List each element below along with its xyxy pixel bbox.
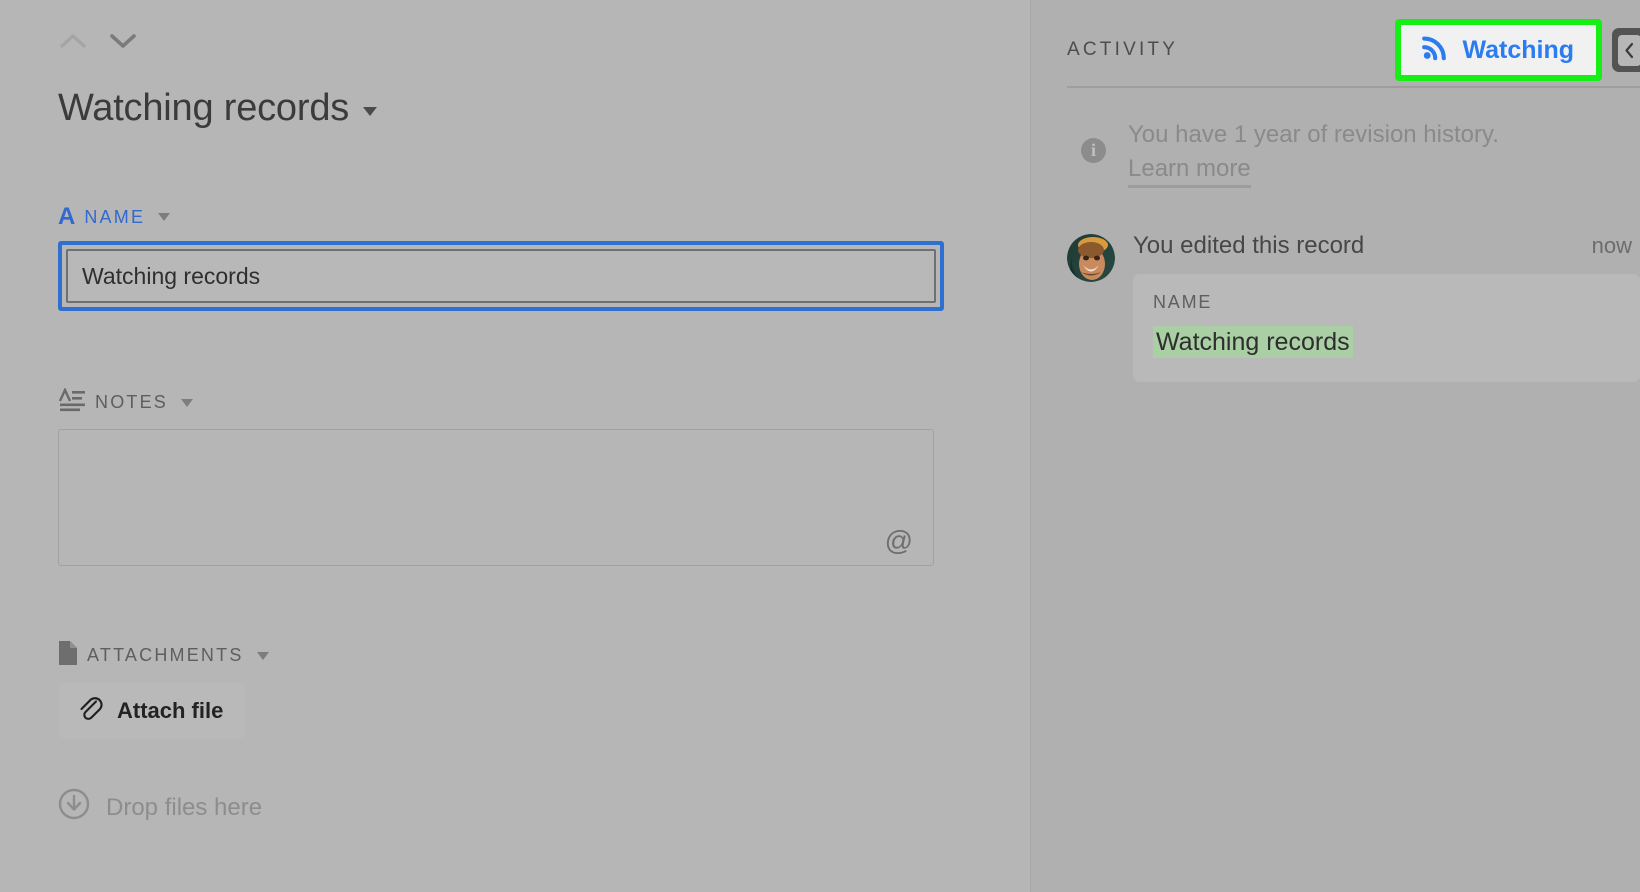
header-divider <box>1067 86 1640 88</box>
field-label-text: ATTACHMENTS <box>87 645 244 665</box>
activity-panel: ACTIVITY Watching i You have 1 year of r… <box>1030 0 1640 892</box>
activity-entry-header: You edited this record now <box>1133 232 1640 260</box>
activity-action-text: You edited this record <box>1133 232 1365 259</box>
revision-notice-message: You have 1 year of revision history. <box>1128 121 1499 148</box>
field-label-text: NOTES <box>95 392 169 412</box>
chevron-down-icon[interactable] <box>181 398 194 407</box>
chevron-down-icon[interactable] <box>158 213 171 221</box>
name-input[interactable] <box>66 249 936 303</box>
info-icon: i <box>1081 138 1106 163</box>
field-label-text: NAME <box>84 206 146 227</box>
drop-files-zone[interactable]: Drop files here <box>58 788 262 827</box>
record-main-panel: Watching records A NAME Watching records… <box>0 0 1030 892</box>
single-line-text-icon: A <box>58 203 76 230</box>
chevron-left-icon <box>1617 34 1640 66</box>
download-arrow-icon <box>58 788 90 827</box>
revision-notice-text: You have 1 year of revision history. Lea… <box>1128 118 1511 189</box>
notes-textarea[interactable]: @ <box>58 429 934 566</box>
field-label-name[interactable]: A NAME <box>58 205 944 229</box>
name-input-focus-ring <box>58 241 944 311</box>
record-navigation <box>56 26 140 56</box>
activity-header: ACTIVITY Watching <box>1067 19 1640 81</box>
rss-broadcast-icon <box>1421 34 1449 66</box>
chevron-up-icon[interactable] <box>56 26 90 56</box>
record-title-caret-icon[interactable] <box>363 107 378 117</box>
record-detail-screen: Watching records A NAME Watching records… <box>0 0 1640 892</box>
activity-entry-body: You edited this record now NAME Watching… <box>1133 232 1640 383</box>
field-label-attachments[interactable]: ATTACHMENTS <box>58 640 269 671</box>
watching-button-label: Watching <box>1462 35 1574 64</box>
attach-file-button[interactable]: Attach file <box>58 683 246 738</box>
drop-files-label: Drop files here <box>106 793 263 821</box>
chevron-down-icon[interactable] <box>106 26 140 56</box>
at-mention-icon[interactable]: @ <box>885 527 913 555</box>
field-label-notes[interactable]: NOTES <box>58 387 934 417</box>
field-notes: NOTES @ <box>58 387 934 566</box>
attach-file-label: Attach file <box>117 697 224 723</box>
attachment-file-icon <box>58 640 78 671</box>
revision-history-notice: i You have 1 year of revision history. L… <box>1081 118 1511 189</box>
record-title-row[interactable]: Watching records <box>58 87 378 130</box>
activity-diff-card: NAME Watching records <box>1133 274 1640 383</box>
activity-panel-title: ACTIVITY <box>1067 39 1179 60</box>
activity-header-actions: Watching <box>1395 19 1640 81</box>
activity-entry: You edited this record now NAME Watching… <box>1067 232 1640 383</box>
learn-more-link[interactable]: Learn more <box>1128 155 1251 189</box>
field-attachments: ATTACHMENTS Attach file <box>58 640 269 738</box>
diff-field-label: NAME <box>1153 292 1213 312</box>
collapse-panel-button[interactable] <box>1612 28 1640 72</box>
long-text-icon <box>58 387 86 417</box>
diff-new-value: Watching records <box>1153 326 1353 358</box>
activity-timestamp: now <box>1591 233 1632 258</box>
watching-button[interactable]: Watching <box>1395 19 1602 81</box>
paperclip-icon <box>76 694 103 727</box>
field-name: A NAME <box>58 205 944 311</box>
avatar[interactable] <box>1067 234 1115 282</box>
page-title: Watching records <box>58 87 350 129</box>
chevron-down-icon[interactable] <box>256 651 269 660</box>
